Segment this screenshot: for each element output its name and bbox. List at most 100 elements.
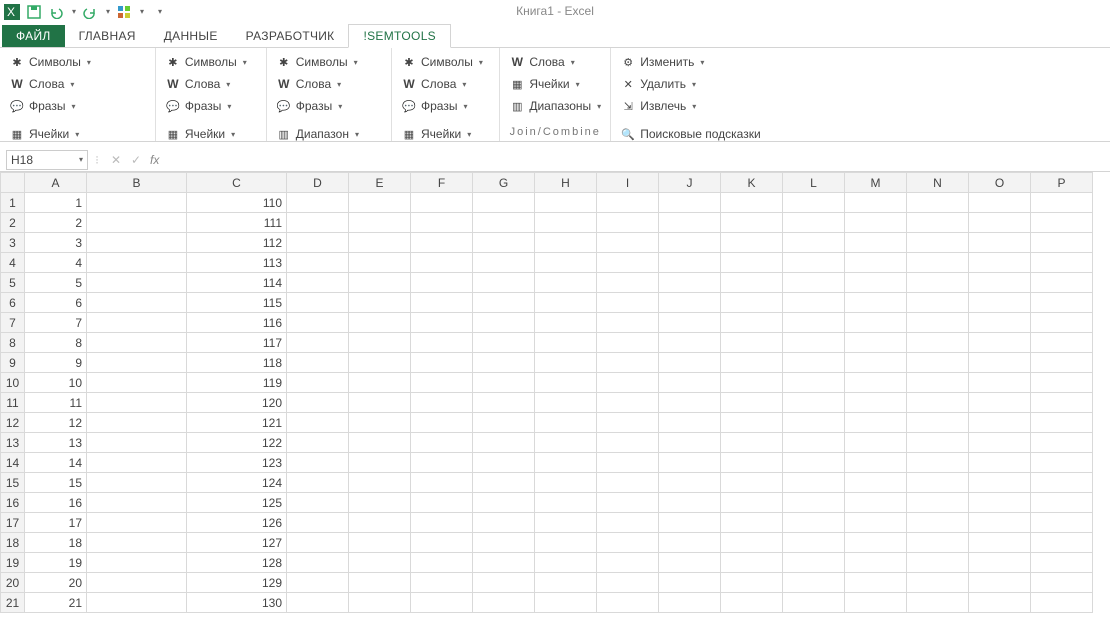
cell[interactable] [597,193,659,213]
redo-icon[interactable] [82,4,98,20]
cell[interactable] [721,593,783,613]
cell[interactable] [783,473,845,493]
addin-dropdown-icon[interactable]: ▾ [140,7,144,16]
cell[interactable]: 18 [25,533,87,553]
tab-file[interactable]: ФАЙЛ [2,25,65,47]
cell[interactable]: 10 [25,373,87,393]
cell[interactable] [721,353,783,373]
column-header[interactable]: J [659,173,721,193]
join-words-button[interactable]: WСлова▾ [506,52,604,72]
column-header[interactable]: L [783,173,845,193]
cell[interactable] [907,353,969,373]
cell[interactable]: 116 [187,313,287,333]
cell[interactable] [411,473,473,493]
cell[interactable] [473,233,535,253]
cell[interactable] [473,353,535,373]
cell[interactable] [473,373,535,393]
cell[interactable] [287,593,349,613]
cell[interactable] [969,513,1031,533]
undo-icon[interactable] [48,4,64,20]
cell[interactable] [349,293,411,313]
cell[interactable] [845,453,907,473]
cell[interactable] [411,293,473,313]
join-ranges-button[interactable]: ▥Диапазоны▾ [506,96,604,116]
cell[interactable] [349,393,411,413]
cell[interactable] [1031,413,1093,433]
cell[interactable] [87,213,187,233]
cell[interactable] [907,493,969,513]
qat-customize-icon[interactable]: ▾ [158,7,162,16]
row-header[interactable]: 15 [1,473,25,493]
cell[interactable] [597,373,659,393]
cell[interactable] [845,533,907,553]
cell[interactable] [597,333,659,353]
cell[interactable] [473,453,535,473]
row-header[interactable]: 3 [1,233,25,253]
cell[interactable] [783,393,845,413]
cell[interactable] [907,273,969,293]
cell[interactable] [721,373,783,393]
cell[interactable] [907,473,969,493]
cell[interactable]: 128 [187,553,287,573]
cell[interactable] [907,453,969,473]
cell[interactable] [349,353,411,373]
row-header[interactable]: 14 [1,453,25,473]
cell[interactable] [1031,213,1093,233]
cell[interactable] [535,513,597,533]
cell[interactable] [535,193,597,213]
row-header[interactable]: 10 [1,373,25,393]
cell[interactable] [783,553,845,573]
cell[interactable]: 5 [25,273,87,293]
cell[interactable] [659,473,721,493]
cell[interactable]: 3 [25,233,87,253]
cell[interactable] [783,413,845,433]
cell[interactable] [535,533,597,553]
cell[interactable] [1031,373,1093,393]
tab-data[interactable]: ДАННЫЕ [150,25,232,47]
cell[interactable] [87,253,187,273]
cell[interactable]: 114 [187,273,287,293]
cell[interactable] [1031,293,1093,313]
cell[interactable] [535,593,597,613]
cell[interactable] [597,433,659,453]
cell[interactable]: 129 [187,573,287,593]
cell[interactable]: 110 [187,193,287,213]
cell[interactable] [659,313,721,333]
cell[interactable] [659,273,721,293]
detect-phrases-button[interactable]: 💬Фразы▾ [6,96,149,116]
row-header[interactable]: 7 [1,313,25,333]
cell[interactable] [535,273,597,293]
cell[interactable] [783,373,845,393]
cell[interactable] [969,493,1031,513]
cell[interactable] [597,473,659,493]
cell[interactable] [659,513,721,533]
cell[interactable] [87,273,187,293]
cell[interactable] [87,353,187,373]
cell[interactable] [87,593,187,613]
cell[interactable] [907,293,969,313]
cell[interactable] [721,453,783,473]
column-header[interactable]: O [969,173,1031,193]
cell[interactable] [845,293,907,313]
cell[interactable] [783,253,845,273]
cell[interactable] [87,293,187,313]
cell[interactable] [349,233,411,253]
cell[interactable] [721,513,783,533]
cell[interactable]: 6 [25,293,87,313]
cell[interactable] [1031,353,1093,373]
cell[interactable] [411,533,473,553]
cell[interactable]: 21 [25,593,87,613]
cell[interactable]: 111 [187,213,287,233]
cell[interactable] [783,513,845,533]
cell[interactable] [659,493,721,513]
cell[interactable] [473,213,535,233]
row-header[interactable]: 17 [1,513,25,533]
change-range-button[interactable]: ▥Диапазон▾ [273,124,385,142]
cell[interactable] [349,533,411,553]
row-header[interactable]: 8 [1,333,25,353]
cell[interactable] [845,393,907,413]
cell[interactable] [535,493,597,513]
cell[interactable] [969,273,1031,293]
cell[interactable] [1031,513,1093,533]
cell[interactable] [87,533,187,553]
